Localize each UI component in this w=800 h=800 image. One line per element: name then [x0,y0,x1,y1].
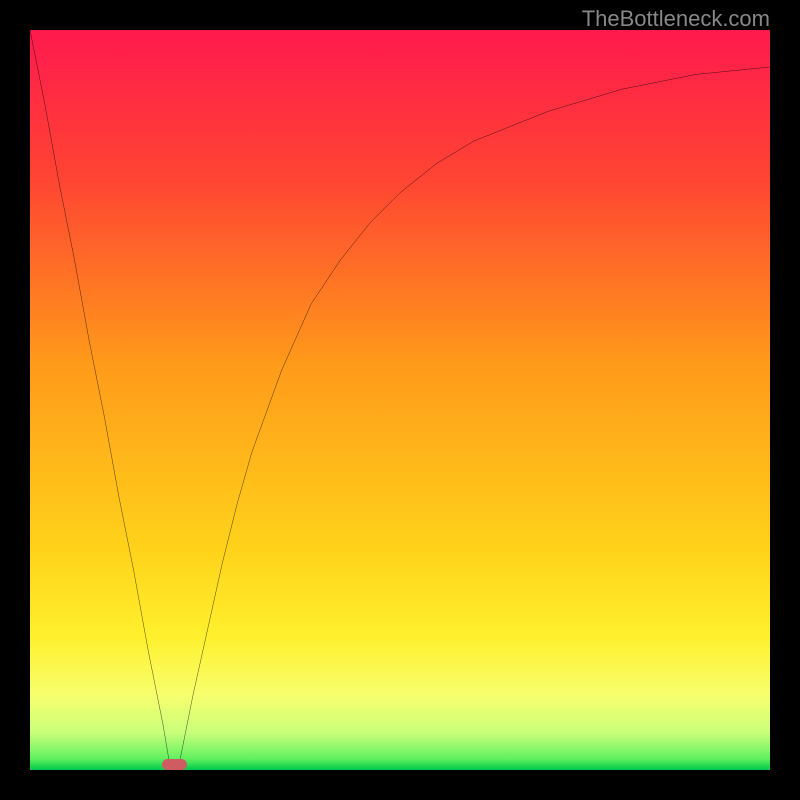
plot-area [30,30,770,770]
chart-frame: TheBottleneck.com [0,0,800,800]
attribution-text: TheBottleneck.com [582,6,770,32]
bottleneck-curve [30,30,770,770]
optimal-point-marker [162,759,187,770]
